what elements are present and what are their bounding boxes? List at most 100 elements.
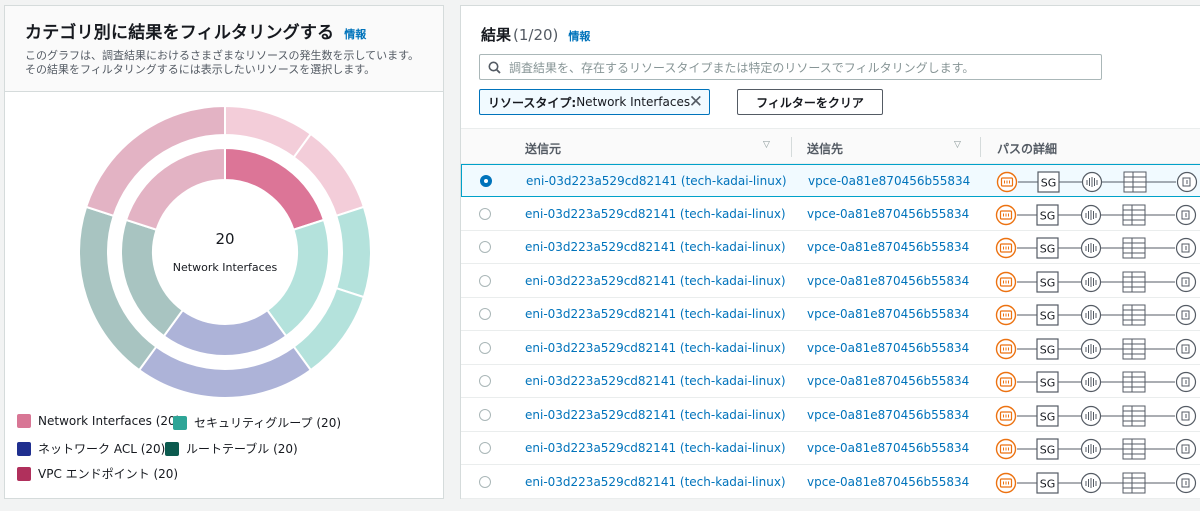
column-divider[interactable] (980, 137, 981, 157)
path-details[interactable]: SG (995, 436, 1200, 462)
source-link[interactable]: eni-03d223a529cd82141 (tech-kadai-linux) (525, 475, 786, 489)
network-acl-icon (1080, 438, 1102, 460)
row-select-radio[interactable] (479, 442, 491, 454)
security-group-icon: SG (1036, 404, 1059, 427)
row-select-radio[interactable] (479, 475, 491, 488)
donut-inner-slice-1[interactable] (265, 218, 330, 338)
info-link[interactable]: 情報 (344, 28, 366, 41)
row-select-radio[interactable] (479, 341, 491, 354)
table-row[interactable]: eni-03d223a529cd82141 (tech-kadai-linux)… (461, 265, 1200, 298)
source-link[interactable]: eni-03d223a529cd82141 (tech-kadai-linux) (525, 307, 786, 321)
row-select-radio[interactable] (479, 274, 491, 287)
path-details[interactable]: SG (995, 302, 1200, 328)
legend-swatch (17, 466, 31, 481)
vpc-endpoint-icon (1175, 338, 1197, 359)
legend-swatch (17, 414, 31, 428)
destination-link[interactable]: vpce-0a81e870456b55834 (807, 341, 969, 355)
source-link[interactable]: eni-03d223a529cd82141 (tech-kadai-linux) (525, 408, 786, 422)
results-table-header: 送信元 ▽ 送信先 ▽ パスの詳細 (461, 128, 1200, 164)
vpc-endpoint-icon (1175, 304, 1197, 326)
results-count: (1/20) (513, 26, 559, 44)
sort-caret-down-icon[interactable]: ▽ (763, 140, 770, 150)
path-details[interactable]: SG (996, 169, 1200, 195)
destination-link[interactable]: vpce-0a81e870456b55834 (807, 307, 969, 321)
info-link[interactable]: 情報 (568, 30, 590, 43)
path-details[interactable]: SG (995, 403, 1200, 429)
route-table-icon (1122, 405, 1146, 426)
donut-outer-slice-2[interactable] (335, 205, 372, 299)
legend-network-interfaces[interactable]: Network Interfaces (20) (17, 414, 180, 428)
table-row[interactable]: eni-03d223a529cd82141 (tech-kadai-linux)… (461, 466, 1200, 499)
legend-network-acl[interactable]: ネットワーク ACL (20) (17, 440, 165, 457)
results-panel: 結果 (1/20) 情報 調査結果を、存在するリソースタイプまたは特定のリソースでフ… (460, 5, 1200, 499)
source-link[interactable]: eni-03d223a529cd82141 (tech-kadai-linux) (525, 441, 786, 455)
destination-link[interactable]: vpce-0a81e870456b55834 (807, 207, 969, 221)
path-details-cell: SG (995, 269, 1200, 299)
path-details[interactable]: SG (995, 369, 1200, 395)
table-row[interactable]: eni-03d223a529cd82141 (tech-kadai-linux)… (461, 231, 1200, 264)
path-details[interactable]: SG (995, 269, 1200, 295)
destination-link[interactable]: vpce-0a81e870456b55834 (807, 475, 969, 489)
destination-link[interactable]: vpce-0a81e870456b55834 (807, 240, 969, 254)
vpc-endpoint-icon (1176, 171, 1198, 193)
close-icon[interactable]: ✕ (689, 93, 703, 111)
results-search-input[interactable]: 調査結果を、存在するリソースタイプまたは特定のリソースでフィルタリングします。 (479, 54, 1102, 80)
security-group-icon: SG (1036, 471, 1059, 494)
clear-filter-button[interactable]: フィルターをクリア (737, 89, 883, 115)
filter-token-resource-type: リソースタイプ: Network Interfaces ✕ (479, 89, 710, 115)
sort-caret-down-icon[interactable]: ▽ (954, 140, 961, 150)
legend-route-tables[interactable]: ルートテーブル (20) (165, 440, 298, 457)
donut-center-label: Network Interfaces (172, 261, 278, 274)
donut-inner-slice-3[interactable] (120, 218, 185, 338)
network-acl-icon (1080, 472, 1102, 493)
source-link[interactable]: eni-03d223a529cd82141 (tech-kadai-linux) (525, 274, 786, 288)
source-link[interactable]: eni-03d223a529cd82141 (tech-kadai-linux) (525, 207, 786, 221)
legend-security-groups[interactable]: セキュリティグループ (20) (173, 414, 341, 431)
row-select-radio[interactable] (479, 308, 491, 320)
table-row[interactable]: eni-03d223a529cd82141 (tech-kadai-linux)… (461, 332, 1200, 365)
security-group-icon: SG (1036, 438, 1059, 460)
donut-inner-slice-2[interactable] (162, 308, 288, 357)
column-divider[interactable] (791, 137, 792, 157)
network-acl-icon (1080, 237, 1102, 259)
path-details-cell: SG (995, 403, 1200, 433)
column-header-source[interactable]: 送信元 (525, 140, 561, 157)
network-interface-icon (995, 405, 1017, 426)
row-select-radio[interactable] (479, 375, 491, 387)
legend-vpc-endpoints[interactable]: VPC エンドポイント (20) (17, 465, 178, 482)
legend-label: ルートテーブル (20) (186, 442, 298, 456)
column-header-destination[interactable]: 送信先 (807, 140, 843, 157)
source-link[interactable]: eni-03d223a529cd82141 (tech-kadai-linux) (525, 341, 786, 355)
source-link[interactable]: eni-03d223a529cd82141 (tech-kadai-linux) (525, 240, 786, 254)
path-details[interactable]: SG (995, 336, 1200, 362)
destination-link[interactable]: vpce-0a81e870456b55834 (808, 174, 970, 188)
path-details[interactable]: SG (995, 235, 1200, 261)
destination-link[interactable]: vpce-0a81e870456b55834 (807, 374, 969, 388)
table-row[interactable]: eni-03d223a529cd82141 (tech-kadai-linux)… (461, 399, 1200, 432)
row-select-radio[interactable] (480, 175, 492, 187)
destination-link[interactable]: vpce-0a81e870456b55834 (807, 274, 969, 288)
svg-text:SG: SG (1040, 343, 1056, 356)
source-link[interactable]: eni-03d223a529cd82141 (tech-kadai-linux) (525, 374, 786, 388)
table-row[interactable]: eni-03d223a529cd82141 (tech-kadai-linux)… (461, 164, 1200, 197)
security-group-icon: SG (1036, 203, 1059, 226)
resource-donut-chart[interactable] (5, 94, 445, 412)
vpc-endpoint-icon (1175, 405, 1197, 426)
row-select-radio[interactable] (479, 207, 491, 220)
row-select-radio[interactable] (479, 408, 491, 421)
table-row[interactable]: eni-03d223a529cd82141 (tech-kadai-linux)… (461, 365, 1200, 398)
destination-link[interactable]: vpce-0a81e870456b55834 (807, 408, 969, 422)
filter-token-key: リソースタイプ: (488, 95, 577, 110)
legend-swatch (173, 415, 187, 430)
destination-link[interactable]: vpce-0a81e870456b55834 (807, 441, 969, 455)
table-row[interactable]: eni-03d223a529cd82141 (tech-kadai-linux)… (461, 198, 1200, 231)
svg-text:SG: SG (1040, 477, 1056, 490)
source-link[interactable]: eni-03d223a529cd82141 (tech-kadai-linux) (526, 174, 787, 188)
table-row[interactable]: eni-03d223a529cd82141 (tech-kadai-linux)… (461, 298, 1200, 331)
path-details[interactable]: SG (995, 470, 1200, 496)
row-select-radio[interactable] (479, 241, 491, 253)
table-row[interactable]: eni-03d223a529cd82141 (tech-kadai-linux)… (461, 432, 1200, 465)
security-group-icon: SG (1036, 237, 1059, 259)
path-details[interactable]: SG (995, 202, 1200, 228)
security-group-icon: SG (1037, 171, 1060, 193)
